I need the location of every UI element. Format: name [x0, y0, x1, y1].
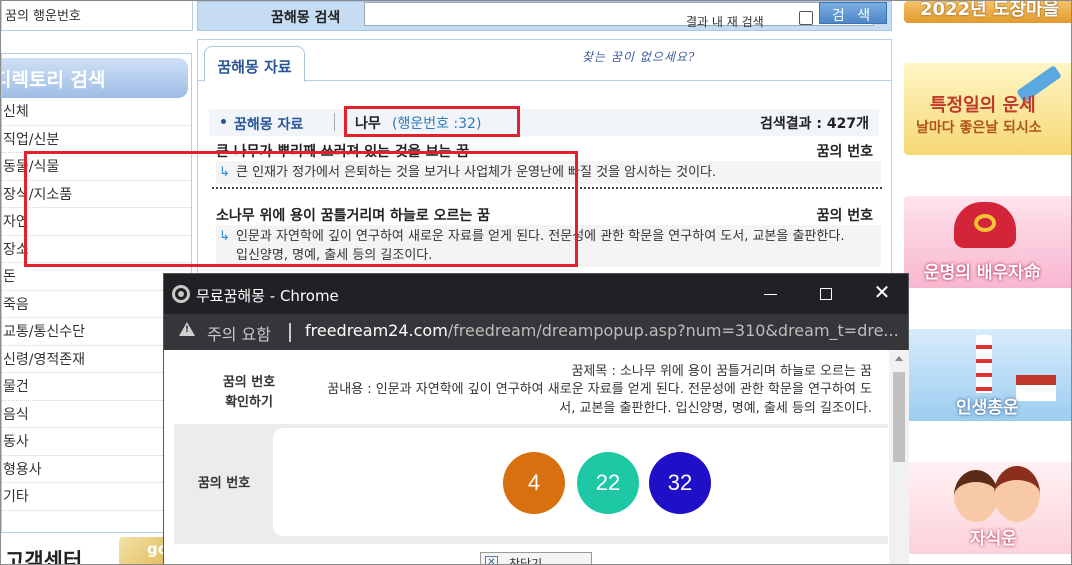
- close-popup-label: 창닫기: [509, 557, 543, 565]
- category-item[interactable]: 신체: [2, 98, 191, 126]
- warning-icon: !: [179, 322, 195, 336]
- research-label: 결과 내 재 검색: [686, 15, 764, 29]
- minimize-icon: [764, 294, 777, 295]
- dream-numbers-row: 꿈의 번호 4 22 32: [174, 424, 888, 544]
- close-icon: ✕: [873, 280, 891, 304]
- research-checkbox[interactable]: [799, 11, 813, 25]
- close-window-button[interactable]: ✕: [854, 274, 910, 314]
- hint-link[interactable]: 찾는 꿈이 없으세요?: [582, 48, 695, 65]
- chrome-popup-window: 무료꿈해몽 - Chrome ✕ ! 주의 요함 freedream24.com…: [163, 273, 909, 565]
- window-titlebar[interactable]: 무료꿈해몽 - Chrome ✕: [164, 274, 908, 314]
- screenshot-root: 꿈의 행운번호 디렉토리 검색 신체 직업/신분 동물/식물 장식/지소품 자연…: [0, 0, 1072, 565]
- category-item[interactable]: 직업/신분: [2, 126, 191, 153]
- banner-title-hanja: 命: [1023, 263, 1041, 283]
- dream-numbers-area: 4 22 32: [273, 428, 888, 536]
- check-label-line2: 확인하기: [225, 395, 273, 410]
- dream-number-link[interactable]: 꿈의 번호: [817, 141, 873, 161]
- scroll-up-icon[interactable]: [895, 356, 903, 361]
- check-label-line1: 꿈의 번호: [222, 375, 276, 390]
- customer-service-title: 고객센터: [5, 549, 83, 565]
- banner-title-text: 운명의 배우자: [924, 263, 1024, 283]
- banner-text: 2022년 도장마을: [920, 1, 1060, 20]
- banner-title: 자식운: [970, 529, 1017, 549]
- minimize-button[interactable]: [742, 274, 798, 314]
- face-icon: [954, 470, 998, 522]
- bullet-icon: [221, 119, 226, 124]
- address-divider: [289, 323, 291, 342]
- check-number-label: 꿈의 번호 확인하기: [190, 373, 308, 413]
- number-ball: 4: [503, 452, 565, 514]
- lucky-number-box[interactable]: 꿈의 행운번호: [1, 1, 193, 31]
- banner-title: 인생총운: [956, 398, 1019, 418]
- lighthouse-icon: [976, 335, 992, 393]
- maximize-button[interactable]: [798, 274, 854, 314]
- popup-scrollbar[interactable]: [889, 350, 909, 564]
- dream-number-link[interactable]: 꿈의 번호: [817, 205, 873, 225]
- close-box-icon: ✕: [485, 556, 498, 564]
- lucky-number-label: 꿈의 행운번호: [5, 9, 81, 24]
- url-path: /freedream/dreampopup.asp?num=310&dream_…: [447, 321, 899, 340]
- url-text[interactable]: freedream24.com/freedream/dreampopup.asp…: [305, 321, 899, 340]
- scroll-thumb[interactable]: [893, 372, 905, 462]
- popup-dream-content: 꿈내용 : 인문과 자연학에 깊이 연구하여 새로운 자료를 얻게 된다. 전문…: [327, 382, 872, 416]
- number-ball: 22: [577, 452, 639, 514]
- banner-title: 운명의 배우자命: [924, 258, 1041, 283]
- banner-children-fortune[interactable]: 자식운: [904, 462, 1071, 554]
- dream-numbers-label: 꿈의 번호: [197, 476, 251, 491]
- result-count: 검색결과 : 427개: [760, 116, 869, 132]
- banner-subtitle: 날마다 좋은날 되시소: [916, 120, 1042, 136]
- popup-dream-title: 꿈제목 : 소나무 위에 용이 꿈틀거리며 하늘로 오르는 꿈: [571, 364, 872, 379]
- highlight-box: [344, 106, 520, 137]
- highlight-box: [24, 151, 578, 267]
- close-popup-button[interactable]: ✕ 창닫기: [480, 552, 592, 565]
- ring-icon: [974, 214, 996, 232]
- window-title: 무료꿈해몽 - Chrome: [196, 287, 339, 305]
- security-warning[interactable]: 주의 요함: [207, 321, 271, 345]
- address-bar[interactable]: ! 주의 요함 freedream24.com/freedream/dreamp…: [164, 314, 908, 350]
- banner-life-fortune[interactable]: 인생총운: [904, 329, 1071, 421]
- result-bar: 꿈해몽 자료 나무 (행운번호 :32) 검색결과 : 427개: [209, 109, 879, 136]
- banner-special-day[interactable]: 특정일의 운세 날마다 좋은날 되시소: [904, 63, 1071, 155]
- url-host: freedream24.com: [305, 321, 448, 340]
- banner-title: 특정일의 운세: [930, 95, 1036, 116]
- directory-title: 디렉토리 검색: [2, 58, 188, 98]
- number-ball: 32: [649, 452, 711, 514]
- search-button[interactable]: 검 색: [819, 2, 887, 24]
- result-section-title: 꿈해몽 자료: [234, 117, 304, 133]
- tab-dream-data[interactable]: 꿈해몽 자료: [204, 46, 305, 82]
- chrome-globe-icon: [172, 285, 190, 303]
- banner-stamp-village[interactable]: 2022년 도장마을: [904, 1, 1071, 23]
- search-label: 꿈해몽 검색: [271, 10, 341, 26]
- maximize-icon: [820, 288, 832, 300]
- banner-spouse-fate[interactable]: 운명의 배우자命: [904, 196, 1071, 288]
- house-icon: [1016, 375, 1056, 401]
- divider: [334, 113, 335, 131]
- face-icon: [994, 466, 1040, 522]
- search-bar: 꿈해몽 검색 결과 내 재 검색 검 색: [197, 1, 892, 31]
- popup-body: 꿈의 번호 확인하기 꿈제목 : 소나무 위에 용이 꿈틀거리며 하늘로 오르는…: [164, 350, 888, 565]
- search-input[interactable]: [364, 2, 874, 26]
